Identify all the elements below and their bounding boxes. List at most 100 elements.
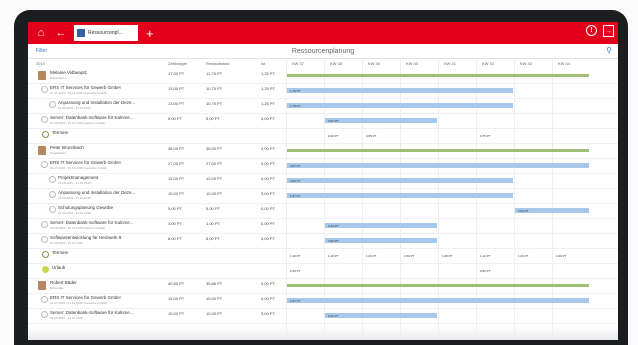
folder-icon [41, 236, 48, 243]
row-ist: 0,00 PT [261, 281, 276, 286]
avatar [38, 146, 46, 155]
allocation-cell[interactable]: 0,67 PT [325, 118, 437, 123]
allocation-cell[interactable] [287, 149, 589, 152]
help-icon[interactable]: ! [586, 25, 597, 36]
row-ist: 0,00 PT [261, 161, 276, 166]
row-sublabel: 01.09.2015 - 31.12.2015 [58, 106, 91, 110]
header-year: 2013 [36, 61, 45, 66]
allocation-cell[interactable]: 0,21 PT [325, 313, 437, 318]
row-ist: 0,00 PT [261, 236, 276, 241]
allocation-cell[interactable]: 1,60 PT [439, 253, 475, 258]
row-sublabel: 01.09.2015 - 31.12.2015 [58, 196, 91, 200]
row-ist: 0,00 PT [261, 116, 276, 121]
allocation-cell[interactable] [287, 284, 589, 287]
allocation-cell[interactable]: 0,55 PT [363, 133, 399, 138]
termine-row[interactable]: Termine [28, 128, 618, 144]
row-ra: 27,00 PT [206, 161, 223, 166]
allocation-cell[interactable]: 0,34 PT [325, 223, 437, 228]
row-ra: 10,00 PT [206, 191, 223, 196]
allocation-cell[interactable]: 1,75 PT [287, 88, 513, 93]
urlaub-row[interactable]: Urlaub [28, 263, 618, 279]
folder-icon [41, 311, 48, 318]
header-ist[interactable]: Ist [261, 61, 265, 66]
row-ist: 0,00 PT [261, 176, 276, 181]
project-row[interactable]: Softwareentwicklung für Heizwerk 9 01.09.… [28, 233, 618, 249]
allocation-cell[interactable]: 1,75 PT [287, 103, 513, 108]
row-ist: 0,00 PT [261, 206, 276, 211]
allocation-cell[interactable]: 1,67 PT [287, 298, 589, 303]
row-zb: 12,00 PT [168, 176, 185, 181]
row-ist: 0,00 PT [261, 296, 276, 301]
sub-toolbar: Filter Ressourcenplanung ⚲ [28, 44, 618, 59]
row-zb: 5,00 PT [168, 206, 183, 211]
allocation-cell[interactable]: 0,86 PT [477, 268, 513, 273]
tab-ressourcenplanung[interactable]: Ressourcenpl... [74, 25, 138, 41]
allocation-cell[interactable] [287, 74, 589, 77]
allocation-cell[interactable]: 1,12 PT [477, 253, 513, 258]
row-ra: 36,00 PT [206, 146, 223, 151]
row-label: ERS IT Services für Gewerb GmbH [50, 85, 121, 90]
row-sublabel: 01.09.2015 - 31.12.2015 [50, 316, 83, 320]
allocation-cell[interactable]: 2,50 PT [287, 268, 323, 273]
calendar-icon [42, 251, 49, 258]
week-header: KW 38 [330, 61, 343, 66]
project-row[interactable]: Server: Datenbank-Software für Kalnme...… [28, 308, 618, 324]
allocation-cell[interactable]: 2,00 PT [287, 178, 513, 183]
avatar [38, 71, 46, 80]
row-sublabel: 01.09.2015 - 31.12.2015 (Kalnme GmbH) [50, 226, 106, 230]
row-label: Schulungsplanung Gewobe [58, 205, 114, 210]
allocation-cell[interactable]: 1,00 PT [515, 253, 551, 258]
row-label: Anpassung und Installation der Deze... [58, 100, 136, 105]
allocation-cell[interactable]: 3,67 PT [287, 163, 589, 168]
allocation-cell[interactable]: 1,00 PT [553, 253, 589, 258]
week-header: KW 40 [406, 61, 419, 66]
week-header: KW 43 [520, 61, 533, 66]
row-ra: 8,00 PT [206, 236, 221, 241]
home-icon[interactable]: ⌂ [34, 26, 48, 40]
row-sublabel: 01.07.2015 - 31.12.2015 (Gewerbe GmbH) [50, 91, 108, 95]
row-zb: 40,50 PT [168, 281, 185, 286]
row-ist: 1,25 PT [261, 86, 276, 91]
project-row[interactable]: Server: Datenbank-Software für Kalnme...… [28, 113, 618, 129]
row-label: ERS IT Services für Gewerb GmbH [50, 295, 121, 300]
header-restaufwand[interactable]: Restaufwand [206, 61, 229, 66]
calendar-icon [42, 131, 49, 138]
allocation-cell[interactable]: 0,62 PT [325, 133, 361, 138]
header-zeitbudget[interactable]: Zeitbudget [168, 61, 187, 66]
logout-icon[interactable]: → [603, 25, 614, 37]
allocation-cell[interactable]: 2,50 PT [515, 208, 589, 213]
task-icon [49, 176, 56, 183]
allocation-cell[interactable]: 1,10 PT [287, 253, 323, 258]
vacation-icon [42, 266, 49, 273]
project-row[interactable]: Server: Datenbank-Software für Kalnme...… [28, 218, 618, 234]
avatar [38, 281, 46, 290]
week-header: KW 44 [558, 61, 571, 66]
week-header: KW 41 [444, 61, 457, 66]
row-sublabel: 01.09.2015 - 31.12.2015 [58, 211, 91, 215]
allocation-cell[interactable]: 4,00 PT [325, 238, 437, 243]
row-ist: 0,00 PT [261, 311, 276, 316]
row-ra: 12,00 PT [206, 176, 223, 181]
row-sublabel: 01.09.2015 - 31.12.2015 (Kalnme GmbH) [50, 121, 106, 125]
week-header: KW 39 [368, 61, 381, 66]
row-label: Anpassung und Installation der Deze... [58, 190, 136, 195]
row-ist: 1,25 PT [261, 71, 276, 76]
row-label: Server: Datenbank-Software für Kalnme... [50, 220, 134, 225]
row-zb: 13,00 PT [168, 101, 185, 106]
row-label: Softwareentwicklung für Heizwerk 9 [50, 235, 122, 240]
row-sublabel: 01.09.2015 - 31.12.2015 [50, 241, 83, 245]
add-tab-icon[interactable]: + [146, 26, 154, 41]
allocation-cell[interactable]: 1,00 PT [363, 253, 399, 258]
row-zb: 10,00 PT [168, 191, 185, 196]
allocation-cell[interactable]: 1,10 PT [325, 253, 361, 258]
task-icon [49, 191, 56, 198]
allocation-cell[interactable]: 1,67 PT [287, 193, 513, 198]
row-sublabel: 01.07.2015 - 31.12.2015 (Gewerbe GmbH) [50, 166, 108, 170]
allocation-cell[interactable]: 0,75 PT [477, 133, 513, 138]
allocation-cell[interactable]: 1,50 PT [401, 253, 437, 258]
title-bar: ⌂ ← Ressourcenpl... + ! → [28, 22, 618, 44]
row-label: Melanie Vidbeaptz [50, 70, 87, 75]
row-label: Robert Bäder [50, 280, 77, 285]
back-arrow-icon[interactable]: ← [54, 26, 68, 40]
search-icon[interactable]: ⚲ [606, 46, 612, 55]
